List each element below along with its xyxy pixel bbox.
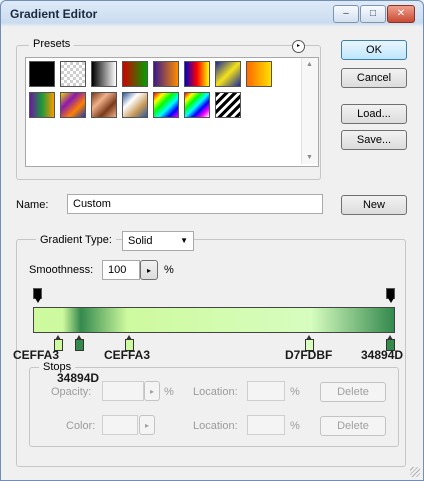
opacity-location-unit: % [290, 386, 300, 398]
gradient-editor-window: Gradient Editor ‒ □ ✕ Presets ▸ ▲ ▼ OK C… [0, 0, 424, 481]
smoothness-input[interactable]: 100 [102, 260, 140, 280]
smoothness-label: Smoothness: [29, 264, 94, 276]
annotation-d7fdbf: D7FDBF [285, 348, 333, 362]
transparent-rainbow-swatch[interactable] [184, 92, 210, 118]
scroll-down-icon[interactable]: ▼ [306, 154, 313, 161]
red-green-swatch[interactable] [122, 61, 148, 87]
opacity-location-input[interactable] [247, 381, 285, 401]
color-stop-stop-2[interactable] [75, 335, 84, 351]
annotation-ceffa3-mid: CEFFA3 [104, 348, 151, 362]
black-white-swatch[interactable] [91, 61, 117, 87]
smoothness-unit: % [164, 264, 174, 276]
gradient-type-label: Gradient Type: [36, 234, 116, 246]
violet-green-orange-swatch[interactable] [29, 92, 55, 118]
presets-scrollbar[interactable]: ▲ ▼ [301, 58, 318, 164]
opacity-label: Opacity: [51, 386, 92, 398]
dropdown-arrow-icon: ▼ [180, 236, 188, 245]
cancel-button[interactable]: Cancel [341, 68, 407, 88]
annotation-34894d-right: 34894D [361, 348, 404, 362]
color-location-unit: % [290, 420, 300, 432]
transparent-stripes-swatch[interactable] [215, 92, 241, 118]
scroll-up-icon[interactable]: ▲ [306, 61, 313, 68]
opacity-delete-button[interactable]: Delete [320, 382, 386, 402]
minimize-button[interactable]: ‒ [333, 5, 359, 23]
color-picker-arrow-icon[interactable]: ▸ [139, 415, 155, 435]
resize-grip-icon[interactable] [410, 467, 420, 477]
load-button[interactable]: Load... [341, 104, 407, 124]
window-title: Gradient Editor [10, 7, 98, 21]
blue-yellow-blue-swatch[interactable] [215, 61, 241, 87]
save-button[interactable]: Save... [341, 130, 407, 150]
violet-orange-swatch[interactable] [153, 61, 179, 87]
blue-red-yellow-swatch[interactable] [184, 61, 210, 87]
opacity-stop-2[interactable] [386, 288, 395, 303]
annotation-34894d-left: 34894D [57, 371, 100, 385]
black-swatch[interactable] [29, 61, 55, 87]
color-location-input[interactable] [247, 415, 285, 435]
color-swatch-input[interactable] [102, 415, 138, 435]
maximize-button[interactable]: □ [360, 5, 386, 23]
yellow-violet-orange-blue-swatch[interactable] [60, 92, 86, 118]
close-button[interactable]: ✕ [387, 5, 415, 23]
opacity-location-label: Location: [193, 386, 238, 398]
gradient-type-value: Solid [128, 235, 153, 247]
copper-swatch[interactable] [91, 92, 117, 118]
presets-legend: Presets [29, 38, 75, 50]
presets-list[interactable]: ▲ ▼ [25, 57, 319, 167]
opacity-stop-1[interactable] [33, 288, 42, 303]
name-input[interactable]: Custom [67, 194, 323, 214]
new-button[interactable]: New [341, 195, 407, 215]
opacity-slider-arrow-icon[interactable]: ▸ [144, 381, 160, 401]
title-bar[interactable]: Gradient Editor ‒ □ ✕ [1, 1, 423, 27]
annotation-ceffa3-left: CEFFA3 [13, 348, 60, 362]
gradient-type-select[interactable]: Solid ▼ [122, 231, 194, 251]
gradient-preview-bar[interactable] [33, 307, 395, 333]
presets-menu-icon[interactable]: ▸ [292, 40, 305, 53]
color-location-label: Location: [193, 420, 238, 432]
transparent-swatch[interactable] [60, 61, 86, 87]
orange-yellow-swatch[interactable] [246, 61, 272, 87]
opacity-unit: % [164, 386, 174, 398]
color-label: Color: [66, 420, 96, 432]
smoothness-slider-arrow-icon[interactable]: ▸ [140, 260, 158, 280]
chrome-swatch[interactable] [122, 92, 148, 118]
opacity-input[interactable] [102, 381, 144, 401]
spectrum-swatch[interactable] [153, 92, 179, 118]
name-label: Name: [16, 199, 49, 211]
ok-button[interactable]: OK [341, 40, 407, 60]
color-delete-button[interactable]: Delete [320, 416, 386, 436]
